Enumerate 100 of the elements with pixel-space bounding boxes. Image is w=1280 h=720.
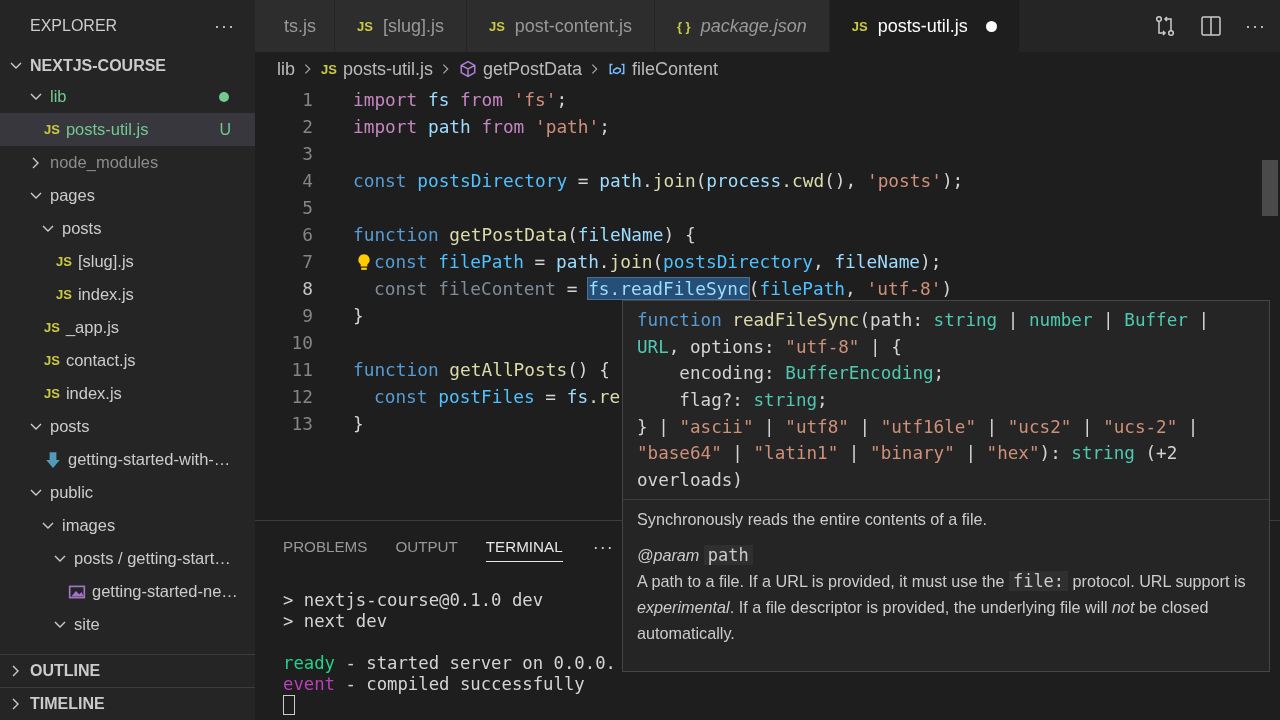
tree-item[interactable]: site bbox=[0, 608, 255, 641]
tree-item-label: site bbox=[74, 615, 101, 634]
terminal-line: event - compiled successfully bbox=[283, 673, 585, 694]
split-editor-icon[interactable] bbox=[1199, 14, 1223, 38]
param-heading: @param path bbox=[637, 542, 1255, 569]
signature-line: function readFileSync(path: string | number | Buffer | bbox=[637, 309, 1211, 333]
panel-tab[interactable]: PROBLEMS bbox=[283, 532, 368, 562]
line-number: 8 bbox=[301, 278, 313, 299]
code-line: import path from 'path'; bbox=[353, 116, 610, 137]
tree-item[interactable]: public bbox=[0, 476, 255, 509]
tree-item[interactable]: pages bbox=[0, 179, 255, 212]
code-line: import fs from 'fs'; bbox=[353, 89, 568, 110]
line-number: 9 bbox=[301, 305, 313, 326]
tree-item-label: posts-util.js bbox=[65, 120, 150, 139]
editor-tab[interactable]: { } package.json bbox=[654, 0, 830, 52]
editor-tab[interactable]: JS post-content.js bbox=[466, 0, 655, 52]
tree-item[interactable]: JS contact.js bbox=[0, 344, 255, 377]
js-file-icon: JS bbox=[321, 61, 337, 77]
js-file-icon: JS bbox=[44, 122, 60, 137]
code-line: } bbox=[353, 413, 364, 434]
param-description: A path to a file. If a URL is provided, it must use the file: protocol. URL support is experimental. If a file descriptor is provided, the underlying file will not be closed automatically. bbox=[637, 570, 1247, 645]
code-line: } bbox=[353, 305, 364, 326]
terminal-line: > next dev bbox=[283, 610, 388, 631]
signature-line: flag?: string; bbox=[678, 389, 829, 413]
tree-item[interactable]: lib bbox=[0, 80, 255, 113]
git-status: U bbox=[219, 120, 231, 139]
tree-item-label: images bbox=[62, 516, 117, 535]
more-actions-button[interactable]: ··· bbox=[214, 15, 235, 37]
download-arrow-icon bbox=[44, 450, 62, 469]
js-file-icon: JS bbox=[44, 386, 60, 401]
scrollbar-thumb[interactable] bbox=[1262, 160, 1278, 216]
terminal-line: > nextjs-course@0.1.0 dev bbox=[283, 589, 544, 610]
js-file-icon: JS bbox=[56, 287, 72, 302]
tree-item[interactable]: JS _app.js bbox=[0, 311, 255, 344]
code-line: const filePath = path.join(postsDirectory, fileName); bbox=[374, 251, 942, 272]
more-actions-button[interactable]: ··· bbox=[592, 536, 614, 558]
panel-tab[interactable]: OUTPUT bbox=[395, 532, 458, 562]
signature-line: overloads) bbox=[637, 468, 744, 492]
code-line: function getPostData(fileName) { bbox=[353, 224, 696, 245]
tree-item[interactable]: JS index.js bbox=[0, 377, 255, 410]
breadcrumb-item[interactable]: posts-util.js bbox=[342, 58, 433, 80]
tree-item[interactable]: JS [slug].js bbox=[0, 245, 255, 278]
editor-tab[interactable]: JS [slug].js bbox=[335, 0, 467, 52]
signature-line: "base64" | "latin1" | "binary" | "hex"): string (+2 bbox=[637, 442, 1179, 466]
tree-item-label: [slug].js bbox=[77, 252, 135, 271]
line-number: 10 bbox=[290, 332, 313, 353]
line-number: 12 bbox=[290, 386, 313, 407]
code-line: const postsDirectory = path.join(process.cwd(), 'posts'); bbox=[353, 170, 964, 191]
tree-item[interactable]: node_modules bbox=[0, 146, 255, 179]
tree-item[interactable]: JS posts-util.js U bbox=[0, 113, 255, 146]
tree-item[interactable]: images bbox=[0, 509, 255, 542]
tree-item-label: posts bbox=[62, 219, 103, 238]
line-number: 1 bbox=[301, 89, 313, 110]
tree-item[interactable]: JS index.js bbox=[0, 278, 255, 311]
lightbulb-icon[interactable] bbox=[355, 252, 373, 271]
line-number: 6 bbox=[301, 224, 313, 245]
line-number: 2 bbox=[301, 116, 313, 137]
cube-icon bbox=[458, 60, 477, 78]
js-file-icon: JS bbox=[56, 254, 72, 269]
editor-tab[interactable]: ts.js bbox=[255, 0, 335, 52]
signature-line: URL, options: "utf-8" | { bbox=[637, 335, 903, 359]
tree-item-label: lib bbox=[50, 87, 68, 106]
tree-item-label: index.js bbox=[77, 285, 135, 304]
line-number: 3 bbox=[301, 143, 313, 164]
code-line: const fileContent = fs.readFileSync(filePath, 'utf-8') bbox=[374, 278, 953, 299]
js-file-icon: JS bbox=[44, 320, 60, 335]
tree-item[interactable]: getting-started-ne… bbox=[0, 575, 255, 608]
terminal-line: ready - started server on 0.0.0. bbox=[283, 652, 616, 673]
more-actions-button[interactable]: ··· bbox=[1245, 15, 1266, 37]
signature-line: encoding: BufferEncoding; bbox=[678, 362, 946, 386]
terminal-cursor bbox=[283, 694, 295, 715]
tree-item-label: posts / getting-start… bbox=[74, 549, 232, 568]
tree-item-label: node_modules bbox=[50, 153, 160, 172]
project-section-header[interactable]: NEXTJS-COURSE bbox=[0, 52, 255, 80]
tree-item-label: index.js bbox=[65, 384, 123, 403]
code-line: const postFiles = fs.re bbox=[374, 386, 621, 407]
tree-item[interactable]: getting-started-with-… bbox=[0, 443, 255, 476]
tree-item-label: pages bbox=[50, 186, 96, 205]
tree-item[interactable]: posts bbox=[0, 212, 255, 245]
tree-item-label: public bbox=[50, 483, 95, 502]
doc-summary: Synchronously reads the entire contents of a file. bbox=[637, 509, 989, 531]
editor-tab[interactable]: JS posts-util.js bbox=[829, 0, 1020, 52]
line-number: 5 bbox=[301, 197, 313, 218]
code-line: function getAllPosts() { bbox=[353, 359, 610, 380]
breadcrumb-item[interactable]: getPostData bbox=[482, 58, 582, 80]
tree-item-label: getting-started-ne… bbox=[92, 582, 239, 601]
breadcrumb-item[interactable]: fileContent bbox=[632, 58, 719, 80]
tree-item-label: posts bbox=[50, 417, 91, 436]
tree-item[interactable]: posts bbox=[0, 410, 255, 443]
tree-item-label: contact.js bbox=[65, 351, 137, 370]
line-number: 7 bbox=[301, 251, 313, 272]
line-number: 4 bbox=[301, 170, 313, 191]
js-file-icon: JS bbox=[44, 353, 60, 368]
breadcrumb-item[interactable]: lib bbox=[277, 58, 295, 80]
tree-item-label: _app.js bbox=[65, 318, 121, 337]
tree-item-label: getting-started-with-… bbox=[68, 450, 232, 469]
tree-item[interactable]: posts / getting-start… bbox=[0, 542, 255, 575]
panel-tab[interactable]: TERMINAL bbox=[485, 532, 563, 562]
compare-changes-icon[interactable] bbox=[1153, 14, 1177, 38]
explorer-title: EXPLORER bbox=[30, 17, 118, 35]
